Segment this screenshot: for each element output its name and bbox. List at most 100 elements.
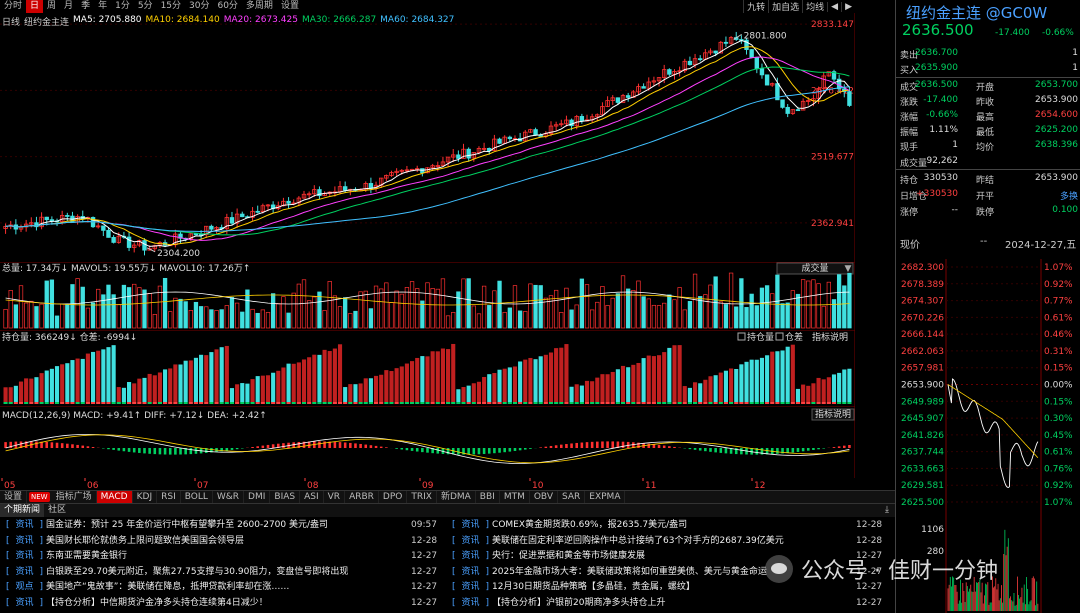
volume-bar	[651, 304, 657, 329]
news-item[interactable]: [资讯] 【持仓分析】中信期货沪金净多头持仓连续第4日减少！ 12-27	[6, 596, 451, 611]
indicator-tab[interactable]: DMI	[244, 491, 271, 503]
indicator-tab[interactable]: 设置	[0, 491, 28, 503]
period-tab[interactable]: 15分	[157, 0, 185, 13]
kline-svg[interactable]: 2833.1472676.4122519.6772362.9412801.800…	[0, 13, 855, 262]
indicator-tab[interactable]: 新DMA	[437, 491, 476, 503]
scroll-right-icon[interactable]: ▶	[841, 1, 855, 12]
oi-diff-bar	[446, 402, 451, 404]
news-tag[interactable]: 资讯	[456, 565, 486, 580]
period-tab[interactable]: 年	[94, 0, 111, 13]
period-tab[interactable]: 分时	[0, 0, 26, 13]
indicator-tab[interactable]: ASI	[300, 491, 324, 503]
indicator-tab[interactable]: W&R	[213, 491, 245, 503]
news-title[interactable]: 美联储在固定利率逆回购操作中总计接纳了63个对手方的2687.39亿美元	[492, 534, 784, 549]
volume-bar	[276, 303, 281, 329]
indicator-tab[interactable]: BOLL	[181, 491, 213, 503]
candle-body	[342, 186, 348, 191]
indicator-tab[interactable]: BIAS	[270, 491, 301, 503]
quote-value: 0.100	[1052, 205, 1078, 215]
news-tag[interactable]: 资讯	[10, 549, 40, 564]
period-tab[interactable]: 周	[43, 0, 60, 13]
indicator-tab[interactable]: KDJ	[133, 491, 158, 503]
indicator-tab[interactable]: OBV	[530, 491, 558, 503]
oi-diff-bar	[554, 402, 559, 404]
toolbar-right-button[interactable]: 加自选	[768, 0, 802, 13]
indicator-tab[interactable]: BBI	[476, 491, 500, 503]
news-title[interactable]: 12月30日期货品种策略【多晶硅，贵金属，螺纹】	[492, 580, 695, 595]
news-item[interactable]: [资讯] 美联储在固定利率逆回购操作中总计接纳了63个对手方的2687.39亿美元…	[452, 534, 896, 549]
indicator-tab[interactable]: VR	[324, 491, 346, 503]
news-tab[interactable]: 个期新闻	[0, 504, 45, 517]
oi-diff-bar	[590, 402, 595, 404]
toolbar-right-button[interactable]: 均线	[802, 0, 827, 13]
news-title[interactable]: COMEX黄金期货跌0.69%，报2635.7美元/盎司	[492, 518, 687, 533]
oi-bar	[492, 373, 497, 402]
news-title[interactable]: 美国地产“鬼故事”：美联储在降息，抵押贷款利率却在涨……	[46, 580, 289, 595]
indicator-tab[interactable]: MTM	[500, 491, 530, 503]
news-title[interactable]: 白银跌至29.70美元附近，聚焦27.75支撑与30.90阻力，变盘信号即将出现	[46, 565, 348, 580]
news-tag[interactable]: 资讯	[456, 596, 486, 611]
news-title[interactable]: 【持仓分析】沪银前20期商净多头持仓上升	[492, 596, 665, 611]
news-title[interactable]: 央行：促进票据和黄金等市场健康发展	[492, 549, 645, 564]
period-tab[interactable]: 设置	[277, 0, 303, 13]
news-title[interactable]: 美国财长耶伦就债务上限问题致信美国国会领导层	[46, 534, 244, 549]
news-tag[interactable]: 资讯	[456, 549, 486, 564]
news-item[interactable]: [观点] 美国地产“鬼故事”：美联储在降息，抵押贷款利率却在涨…… 12-27	[6, 580, 451, 595]
oi-diff-bar	[831, 402, 837, 404]
oi-bar	[70, 360, 75, 402]
oi-diff-bar	[379, 402, 384, 404]
oi-bar	[440, 348, 445, 402]
download-icon[interactable]: ⤓	[879, 504, 895, 517]
news-tag[interactable]: 观点	[10, 580, 40, 595]
period-tab[interactable]: 季	[77, 0, 94, 13]
indicator-tab[interactable]: SAR	[558, 491, 586, 503]
volume-bar	[451, 312, 456, 329]
period-tab[interactable]: 日	[26, 0, 44, 13]
oi-bar	[759, 357, 765, 402]
indicator-tab[interactable]: EXPMA	[585, 491, 626, 503]
oi-diff-bar	[209, 402, 214, 404]
toolbar-right-button[interactable]: 九转	[743, 0, 768, 13]
quote-change: -17.400	[995, 28, 1030, 38]
news-title[interactable]: 国金证券：预计 25 年金价运行中枢有望攀升至 2600-2700 美元/盎司	[46, 518, 328, 533]
news-tag[interactable]: 资讯	[10, 565, 40, 580]
volume-bar	[173, 297, 178, 329]
period-tab[interactable]: 30分	[185, 0, 213, 13]
news-tag[interactable]: 资讯	[10, 596, 40, 611]
news-item[interactable]: [资讯] 【持仓分析】沪银前20期商净多头持仓上升 12-27	[452, 596, 896, 611]
scroll-left-icon[interactable]: ◀	[827, 1, 841, 12]
period-tab[interactable]: 60分	[213, 0, 241, 13]
news-title[interactable]: 东南亚需要黄金银行	[46, 549, 127, 564]
indicator-tab[interactable]: 指标广场	[52, 491, 97, 503]
period-tab[interactable]: 多周期	[242, 0, 277, 13]
quote-value: +330530	[916, 189, 958, 199]
indicator-tab[interactable]: TRIX	[407, 491, 437, 503]
news-item[interactable]: [资讯] 东南亚需要黄金银行 12-27	[6, 549, 451, 564]
oi-diff-bar	[276, 402, 281, 404]
news-title[interactable]: 【持仓分析】中信期货沪金净多头持仓连续第4日减少！	[46, 596, 268, 611]
news-title[interactable]: 2025年金融市场大考：美联储政策将如何重塑美债、美元与黄金命运	[492, 565, 767, 580]
news-tag[interactable]: 资讯	[456, 534, 486, 549]
news-item[interactable]: [资讯] 国金证券：预计 25 年金价运行中枢有望攀升至 2600-2700 美元…	[6, 518, 451, 533]
news-item[interactable]: [资讯] COMEX黄金期货跌0.69%，报2635.7美元/盎司 12-28	[452, 518, 896, 533]
volume-bar	[579, 278, 585, 329]
news-item[interactable]: [资讯] 美国财长耶伦就债务上限问题致信美国国会领导层 12-28	[6, 534, 451, 549]
news-tag[interactable]: 资讯	[10, 534, 40, 549]
news-tag[interactable]: 资讯	[456, 580, 486, 595]
kline-chart[interactable]: 2833.147 2676.412 2519.677 2362.941 2801.800…	[0, 13, 855, 262]
news-tab[interactable]: 社区	[44, 504, 70, 517]
indicator-tab[interactable]: DPO	[379, 491, 408, 503]
indicator-tab[interactable]: RSI	[157, 491, 181, 503]
period-tab[interactable]: 1分	[111, 0, 134, 13]
news-tag[interactable]: 资讯	[456, 518, 486, 533]
indicator-tab[interactable]: MACD	[96, 491, 133, 503]
oi-bar	[497, 369, 502, 402]
period-tab[interactable]: 5分	[134, 0, 157, 13]
volume-bar	[445, 315, 451, 329]
news-item[interactable]: [资讯] 白银跌至29.70美元附近，聚焦27.75支撑与30.90阻力，变盘信号…	[6, 565, 451, 580]
period-tab[interactable]: 月	[60, 0, 77, 13]
date-label: 07	[197, 481, 208, 490]
news-tag[interactable]: 资讯	[10, 518, 40, 533]
indicator-tab[interactable]: ARBR	[345, 491, 379, 503]
tick-pct-label: 1.07%	[1044, 263, 1073, 273]
